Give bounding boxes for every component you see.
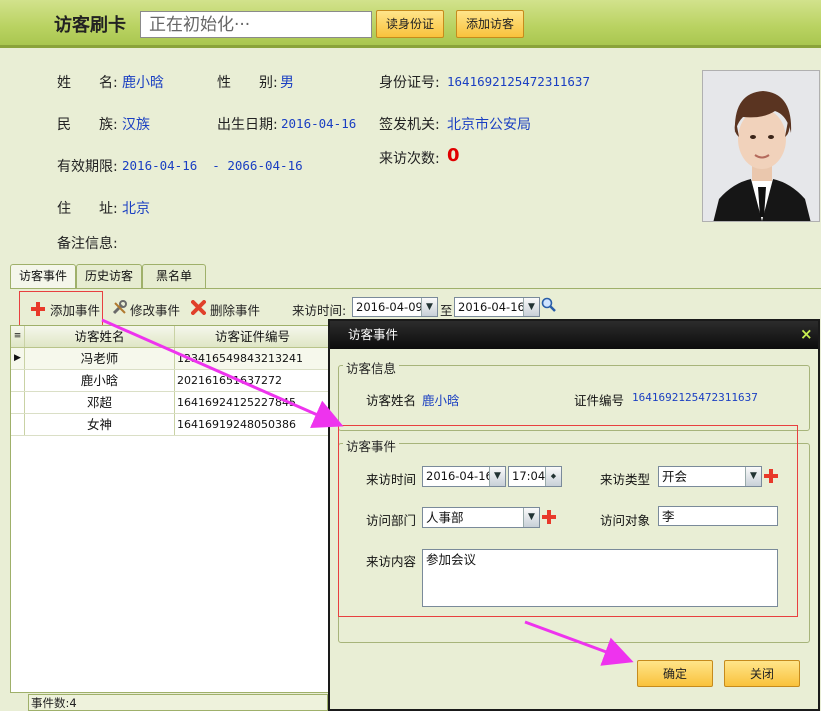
annotation-arrows — [101, 318, 634, 666]
arrow-to-ok-button — [524, 620, 634, 666]
arrow-to-event-group — [101, 318, 344, 429]
